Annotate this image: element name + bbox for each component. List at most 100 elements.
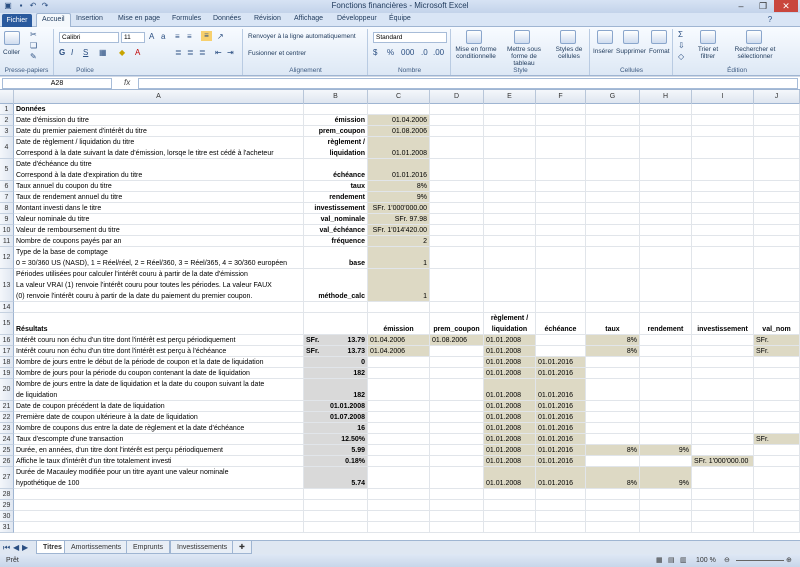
cell-i7[interactable] — [692, 192, 754, 203]
cell-a10[interactable]: Valeur de remboursement du titre — [14, 225, 304, 236]
cell-b15[interactable] — [304, 313, 368, 335]
cell-b9[interactable]: val_nominale — [304, 214, 368, 225]
cell-c31[interactable] — [368, 522, 430, 533]
cell-j28[interactable] — [754, 489, 800, 500]
cell-d6[interactable] — [430, 181, 484, 192]
cell-h3[interactable] — [640, 126, 692, 137]
wrap-text-button[interactable]: Renvoyer à la ligne automatiquement — [248, 33, 356, 40]
layout-view-icon[interactable]: ▤ — [668, 554, 675, 567]
delete-button[interactable]: Supprimer — [616, 48, 646, 55]
font-color-icon[interactable]: A — [135, 48, 140, 58]
cell-b17[interactable]: SFr. 13.73 — [304, 346, 368, 357]
format-icon[interactable] — [651, 30, 667, 44]
row-header[interactable]: 2 — [0, 115, 14, 126]
cell-i16[interactable] — [692, 335, 754, 346]
cell-c23[interactable] — [368, 423, 430, 434]
cell-d17[interactable] — [430, 346, 484, 357]
cell-a11[interactable]: Nombre de coupons payés par an — [14, 236, 304, 247]
cell-e8[interactable] — [484, 203, 536, 214]
cell-c2[interactable]: 01.04.2006 — [368, 115, 430, 126]
row-header[interactable]: 28 — [0, 489, 14, 500]
cell-d12[interactable] — [430, 247, 484, 269]
cell-e25[interactable]: 01.01.2008 — [484, 445, 536, 456]
cell-g19[interactable] — [586, 368, 640, 379]
tab-revision[interactable]: Révision — [254, 15, 281, 22]
cell-d7[interactable] — [430, 192, 484, 203]
row-header[interactable]: 24 — [0, 434, 14, 445]
cell-c13[interactable]: 1 — [368, 269, 430, 302]
row-header[interactable]: 10 — [0, 225, 14, 236]
cell-f16[interactable] — [536, 335, 586, 346]
cell-f8[interactable] — [536, 203, 586, 214]
close-icon[interactable]: ✕ — [774, 0, 798, 12]
row-header[interactable]: 15 — [0, 313, 14, 335]
cell-h21[interactable] — [640, 401, 692, 412]
thousands-icon[interactable]: 000 — [401, 48, 414, 58]
fill-icon[interactable]: ⇩ — [678, 41, 685, 51]
align-bottom-icon[interactable]: ≡ — [201, 31, 212, 41]
row-header[interactable]: 5 — [0, 159, 14, 181]
cell-h11[interactable] — [640, 236, 692, 247]
zoom-slider[interactable] — [736, 560, 784, 561]
cell-e9[interactable] — [484, 214, 536, 225]
cell-i9[interactable] — [692, 214, 754, 225]
col-header-f[interactable]: F — [536, 90, 586, 104]
cell-f31[interactable] — [536, 522, 586, 533]
cell-j21[interactable] — [754, 401, 800, 412]
format-button[interactable]: Format — [649, 48, 670, 55]
cell-g16[interactable]: 8% — [586, 335, 640, 346]
cell-e14[interactable] — [484, 302, 536, 313]
cell-j19[interactable] — [754, 368, 800, 379]
cell-d23[interactable] — [430, 423, 484, 434]
cell-h24[interactable] — [640, 434, 692, 445]
col-header-g[interactable]: G — [586, 90, 640, 104]
cell-j17[interactable]: SFr. — [754, 346, 800, 357]
cell-f20[interactable]: 01.01.2016 — [536, 379, 586, 401]
italic-icon[interactable]: I — [71, 48, 73, 58]
cell-g7[interactable] — [586, 192, 640, 203]
cell-b16[interactable]: SFr. 13.79 — [304, 335, 368, 346]
cell-h28[interactable] — [640, 489, 692, 500]
cell-f2[interactable] — [536, 115, 586, 126]
row-header[interactable]: 29 — [0, 500, 14, 511]
cell-g20[interactable] — [586, 379, 640, 401]
cell-b14[interactable] — [304, 302, 368, 313]
cell-g26[interactable] — [586, 456, 640, 467]
tab-formules[interactable]: Formules — [172, 15, 201, 22]
cell-a22[interactable]: Première date de coupon ultérieure à la … — [14, 412, 304, 423]
align-left-icon[interactable]: ≣ — [175, 48, 182, 58]
cell-f18[interactable]: 01.01.2016 — [536, 357, 586, 368]
cell-i14[interactable] — [692, 302, 754, 313]
cell-f12[interactable] — [536, 247, 586, 269]
cell-e20[interactable]: 01.01.2008 — [484, 379, 536, 401]
cell-a14[interactable] — [14, 302, 304, 313]
cell-g27[interactable]: 8% — [586, 467, 640, 489]
cell-g13[interactable] — [586, 269, 640, 302]
cell-c16[interactable]: 01.04.2006 — [368, 335, 430, 346]
currency-icon[interactable]: $ — [373, 48, 377, 58]
cell-b23[interactable]: 16 — [304, 423, 368, 434]
cell-e7[interactable] — [484, 192, 536, 203]
col-header-b[interactable]: B — [304, 90, 368, 104]
cell-i31[interactable] — [692, 522, 754, 533]
cell-e24[interactable]: 01.01.2008 — [484, 434, 536, 445]
cell-j6[interactable] — [754, 181, 800, 192]
col-header-i[interactable]: I — [692, 90, 754, 104]
cell-f6[interactable] — [536, 181, 586, 192]
clear-icon[interactable]: ◇ — [678, 52, 684, 62]
cell-j29[interactable] — [754, 500, 800, 511]
cell-c3[interactable]: 01.08.2006 — [368, 126, 430, 137]
cell-i30[interactable] — [692, 511, 754, 522]
cell-j25[interactable] — [754, 445, 800, 456]
cell-e5[interactable] — [484, 159, 536, 181]
cell-b28[interactable] — [304, 489, 368, 500]
cell-i22[interactable] — [692, 412, 754, 423]
cell-g17[interactable]: 8% — [586, 346, 640, 357]
cell-j22[interactable] — [754, 412, 800, 423]
cell-i19[interactable] — [692, 368, 754, 379]
row-header[interactable]: 4 — [0, 137, 14, 159]
cell-f4[interactable] — [536, 137, 586, 159]
cell-d26[interactable] — [430, 456, 484, 467]
cell-g25[interactable]: 8% — [586, 445, 640, 456]
first-sheet-icon[interactable]: ⏮ — [3, 543, 10, 553]
